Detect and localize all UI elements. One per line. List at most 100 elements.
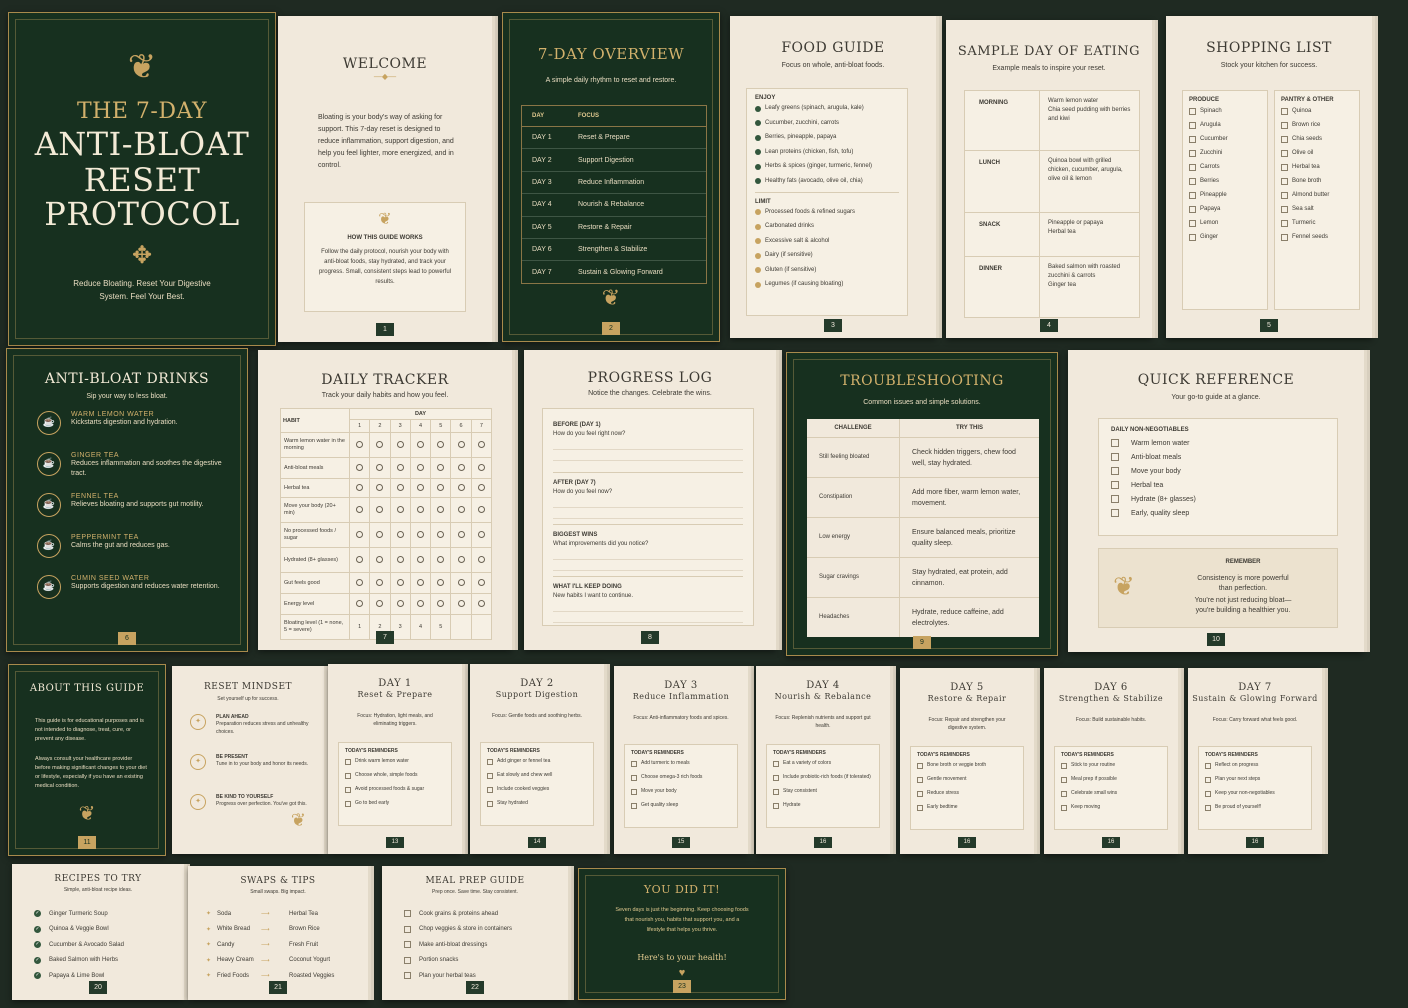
page-subtitle: Notice the changes. Celebrate the wins. <box>588 390 712 397</box>
page-subtitle: Set yourself up for success. <box>217 696 279 702</box>
tracker-cell <box>409 522 432 548</box>
reminder-label: Keep moving <box>1071 804 1101 810</box>
page-day-7: DAY 7 Sustain & Glowing Forward Focus: Car… <box>1188 668 1322 854</box>
checkbox-icon <box>1061 776 1067 783</box>
checklist-item: Turmeric <box>1281 219 1353 228</box>
checkbox-icon <box>1281 164 1288 171</box>
checklist-label: Warm lemon water <box>1131 439 1190 447</box>
page-title: SAMPLE DAY OF EATING <box>957 44 1141 59</box>
mindset-icon: ✦ <box>190 794 206 810</box>
swap-item: ✦ Candy ⟶ Fresh Fruit <box>206 937 360 953</box>
circle-icon <box>396 555 404 563</box>
cup-icon: ☕ <box>37 575 61 599</box>
mindset-icon: ✦ <box>190 714 206 730</box>
list-item-label: Excessive salt & alcohol <box>765 237 830 244</box>
arrow-right-icon: ⟶ <box>261 957 270 964</box>
page-day-6: DAY 6 Strengthen & Stabilize Focus: Build … <box>1044 668 1178 854</box>
enjoy-list: Leafy greens (spinach, arugula, kale) Cuc… <box>755 104 899 186</box>
progress-log-box: BEFORE (DAY 1) How do you feel right now?… <box>542 408 754 626</box>
cover-page: ❦ THE 7-DAY ANTI-BLOAT RESET PROTOCOL ✥ … <box>8 12 276 346</box>
reminder-item: Meal prep if possible <box>1061 776 1161 783</box>
checkbox-icon <box>487 800 493 807</box>
checkbox-icon <box>1111 481 1119 489</box>
day-name: Strengthen & Stabilize <box>1058 694 1164 703</box>
checklist-item: Spinach <box>1189 107 1261 116</box>
circle-icon <box>396 483 404 491</box>
limit-label: LIMIT <box>755 198 771 205</box>
checkbox-icon <box>631 774 637 781</box>
page-title: WELCOME <box>342 56 428 72</box>
reminders-label: TODAY'S REMINDERS <box>1205 752 1258 758</box>
swap-from: Soda <box>217 910 232 917</box>
checklist-label: Papaya <box>1200 206 1221 212</box>
reminder-label: Eat slowly and chew well <box>497 772 553 778</box>
reminder-label: Eat a variety of colors <box>783 760 832 766</box>
circle-icon <box>376 530 384 538</box>
page-title: ABOUT THIS GUIDE <box>29 683 145 694</box>
day-focus: Focus: Build sustainable habits. <box>1075 717 1147 723</box>
remember-line-2: than perfection. <box>1218 585 1268 592</box>
drink-text: CUMIN SEED WATER Supports digestion and r… <box>71 575 220 592</box>
checkbox-icon <box>917 790 923 797</box>
circle-icon <box>376 483 384 491</box>
checklist-label: Chia seeds <box>1292 136 1323 142</box>
circle-icon <box>356 530 364 538</box>
reminder-item: Add ginger or fennel tea <box>487 758 587 765</box>
tracker-cell <box>369 457 391 479</box>
drink-item: ☕ PEPPERMINT TEA Calms the gut and reduces… <box>37 534 231 575</box>
circle-icon <box>356 463 364 471</box>
reminder-item: Keep your non-negotiables <box>1205 790 1305 797</box>
tracker-cell <box>348 478 371 498</box>
circle-icon <box>416 483 424 491</box>
tracker-cell: 1 <box>348 614 371 640</box>
reminders-label: TODAY'S REMINDERS <box>487 748 540 754</box>
reminder-label: Include cooked veggies <box>497 786 550 792</box>
list-item-label: Processed foods & refined sugars <box>765 208 856 215</box>
arrow-right-icon: ⟶ <box>261 973 270 980</box>
circle-icon <box>396 463 404 471</box>
page-number: 8 <box>641 631 659 644</box>
mindset-item: ✦ BE PRESENT Tune in to your body and hono… <box>190 754 314 794</box>
swap-from: Candy <box>217 941 235 948</box>
leaf-icon: ❦ <box>1113 571 1135 601</box>
writing-line <box>553 508 743 519</box>
circle-icon <box>416 463 424 471</box>
circle-icon <box>457 483 465 491</box>
tracker-cell <box>470 497 493 523</box>
reminder-label: Celebrate small wins <box>1071 790 1118 796</box>
day-label: DAY 6 <box>1094 682 1128 693</box>
reminder-label: Stay consistent <box>783 788 817 794</box>
log-label: BIGGEST WINS <box>553 532 598 538</box>
checklist-label: Herbal tea <box>1131 481 1164 489</box>
log-question: How do you feel now? <box>553 489 613 495</box>
meal-name: LUNCH <box>965 151 1040 212</box>
checkbox-icon <box>1281 234 1288 241</box>
tracker-cell <box>369 432 391 458</box>
checklist-item: Hydrate (8+ glasses) <box>1111 495 1325 503</box>
non-negotiables-list: Warm lemon water Anti-bloat meals Move you… <box>1111 439 1325 517</box>
day-cell: DAY 5 <box>532 223 552 231</box>
reminders-label: TODAY'S REMINDERS <box>1061 752 1114 758</box>
checkbox-icon <box>345 772 351 779</box>
log-label: BEFORE (DAY 1) <box>553 422 601 428</box>
list-item: Processed foods & refined sugars <box>755 208 899 217</box>
remember-box: ❦ REMEMBER Consistency is more powerful … <box>1098 548 1338 628</box>
page-progress-log: PROGRESS LOG Notice the changes. Celebra… <box>524 350 776 650</box>
non-negotiables-box: DAILY NON-NEGOTIABLES Warm lemon water An… <box>1098 418 1338 536</box>
writing-line <box>553 560 743 571</box>
produce-label: PRODUCE <box>1189 97 1220 103</box>
circle-icon <box>376 440 384 448</box>
checklist-label: Spinach <box>1200 108 1222 114</box>
table-row: DAY 1 Reset & Prepare <box>522 127 706 150</box>
prep-label: Cook grains & proteins ahead <box>419 910 499 917</box>
day-label: DAY 5 <box>950 682 984 693</box>
circle-icon <box>356 578 364 586</box>
reminder-item: Eat slowly and chew well <box>487 772 587 779</box>
prep-label: Plan your herbal teas <box>419 972 476 979</box>
tracker-cell <box>369 478 391 498</box>
tracker-cell <box>369 497 391 523</box>
circle-icon <box>457 440 465 448</box>
reminder-item: Choose whole, simple foods <box>345 772 445 779</box>
page-number: 5 <box>1260 319 1278 332</box>
bullet-icon <box>755 105 761 112</box>
